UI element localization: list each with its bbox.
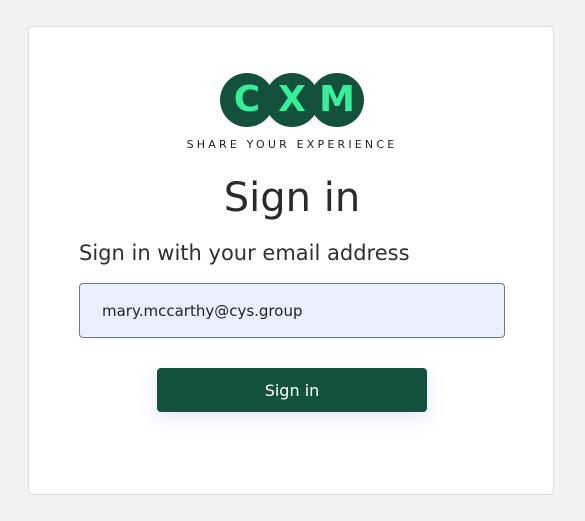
signin-card: C X M SHARE YOUR EXPERIENCE Sign in Sign… [28, 26, 554, 495]
sign-in-button[interactable]: Sign in [157, 368, 427, 412]
signin-prompt: Sign in with your email address [79, 241, 410, 265]
page-title: Sign in [223, 175, 361, 221]
cxm-logo: C X M SHARE YOUR EXPERIENCE [29, 73, 555, 155]
logo-circles: C X M [220, 73, 365, 127]
logo-tagline: SHARE YOUR EXPERIENCE [186, 138, 398, 151]
logo-letter-m: M [310, 73, 364, 127]
email-field[interactable] [79, 283, 505, 338]
